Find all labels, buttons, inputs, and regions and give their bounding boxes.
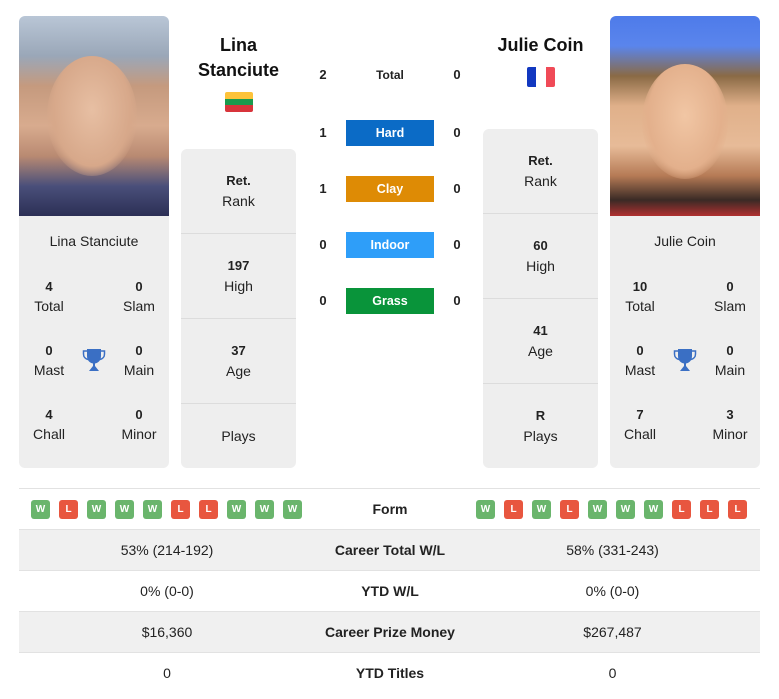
left-player-card-name: Lina Stanciute [49, 233, 139, 249]
left-titles-slam: 0 Slam [123, 279, 155, 314]
surface-badge-grass[interactable]: Grass [346, 288, 434, 314]
table-row: 0% (0-0) YTD W/L 0% (0-0) [19, 570, 760, 611]
right-form-badge-win[interactable]: W [644, 500, 663, 519]
right-info-high: 60 High [483, 214, 598, 299]
right-form-badge-win[interactable]: W [476, 500, 495, 519]
form-label: Form [372, 501, 408, 517]
right-player-info-panel: Ret. Rank 60 High 41 Age R Plays [483, 129, 598, 468]
left-titles-chall: 4 Chall [33, 407, 65, 442]
left-form-badge-loss[interactable]: L [199, 500, 218, 519]
left-form-badge-loss[interactable]: L [171, 500, 190, 519]
h2h-row-hard: 1 Hard 0 [310, 120, 470, 146]
h2h-row-grass: 0 Grass 0 [310, 288, 470, 314]
lithuania-flag-icon [225, 92, 253, 112]
surface-label-total: Total [376, 68, 404, 82]
right-info-age: 41 Age [483, 299, 598, 384]
left-player-photo [19, 16, 169, 216]
right-form-badge-loss[interactable]: L [672, 500, 691, 519]
right-titles-main: 0 Main [714, 343, 746, 378]
left-form-badge-win[interactable]: W [227, 500, 246, 519]
table-row: 53% (214-192) Career Total W/L 58% (331-… [19, 529, 760, 570]
right-player-name[interactable]: Julie Coin [483, 33, 598, 58]
france-flag-icon [527, 67, 555, 87]
h2h-row-clay: 1 Clay 0 [310, 176, 470, 202]
left-player-titles-card: Lina Stanciute 4 Total 0 Slam 0 Mast 0 M… [19, 216, 169, 468]
trophy-icon [673, 349, 697, 371]
left-form-badge-win[interactable]: W [143, 500, 162, 519]
table-row: 0 YTD Titles 0 [19, 652, 760, 693]
right-form-badge-win[interactable]: W [616, 500, 635, 519]
right-titles-minor: 3 Minor [712, 407, 748, 442]
left-info-age: 37 Age [181, 319, 296, 404]
left-info-high: 197 High [181, 234, 296, 319]
right-titles-slam: 0 Slam [714, 279, 746, 314]
left-form-badge-loss[interactable]: L [59, 500, 78, 519]
right-player-form: WLWLWWWLLL [476, 500, 747, 519]
table-row: $16,360 Career Prize Money $267,487 [19, 611, 760, 652]
left-info-plays: Plays [221, 428, 256, 444]
right-player-card-name: Julie Coin [654, 233, 716, 249]
right-form-badge-win[interactable]: W [532, 500, 551, 519]
left-player-name[interactable]: Lina Stanciute [181, 33, 296, 83]
right-form-badge-win[interactable]: W [588, 500, 607, 519]
left-form-badge-win[interactable]: W [255, 500, 274, 519]
comparison-table: WLWWWLLWWW Form WLWLWWWLLL 53% (214-192)… [19, 488, 760, 693]
h2h-row-indoor: 0 Indoor 0 [310, 232, 470, 258]
right-titles-chall: 7 Chall [624, 407, 656, 442]
left-player-form: WLWWWLLWWW [31, 500, 302, 519]
left-titles-main: 0 Main [123, 343, 155, 378]
left-form-badge-win[interactable]: W [87, 500, 106, 519]
right-info-rank: Ret. Rank [483, 129, 598, 214]
form-row: WLWWWLLWWW Form WLWLWWWLLL [19, 488, 760, 529]
surface-badge-clay[interactable]: Clay [346, 176, 434, 202]
right-form-badge-loss[interactable]: L [700, 500, 719, 519]
right-player-photo [610, 16, 760, 216]
left-titles-minor: 0 Minor [121, 407, 157, 442]
right-form-badge-loss[interactable]: L [728, 500, 747, 519]
left-player-info-panel: Ret. Rank 197 High 37 Age Plays [181, 149, 296, 468]
h2h-row-total: 2 Total 0 [310, 62, 470, 88]
left-info-rank: Ret. Rank [181, 149, 296, 234]
left-titles-total: 4 Total [34, 279, 64, 314]
surface-badge-indoor[interactable]: Indoor [346, 232, 434, 258]
trophy-icon [82, 349, 106, 371]
left-titles-mast: 0 Mast [33, 343, 65, 378]
left-form-badge-win[interactable]: W [283, 500, 302, 519]
left-form-badge-win[interactable]: W [115, 500, 134, 519]
right-form-badge-loss[interactable]: L [504, 500, 523, 519]
right-player-titles-card: Julie Coin 10 Total 0 Slam 0 Mast 0 Main… [610, 216, 760, 468]
right-info-plays: R Plays [523, 408, 558, 444]
right-titles-total: 10 Total [625, 279, 655, 314]
right-titles-mast: 0 Mast [624, 343, 656, 378]
surface-badge-hard[interactable]: Hard [346, 120, 434, 146]
left-form-badge-win[interactable]: W [31, 500, 50, 519]
right-form-badge-loss[interactable]: L [560, 500, 579, 519]
